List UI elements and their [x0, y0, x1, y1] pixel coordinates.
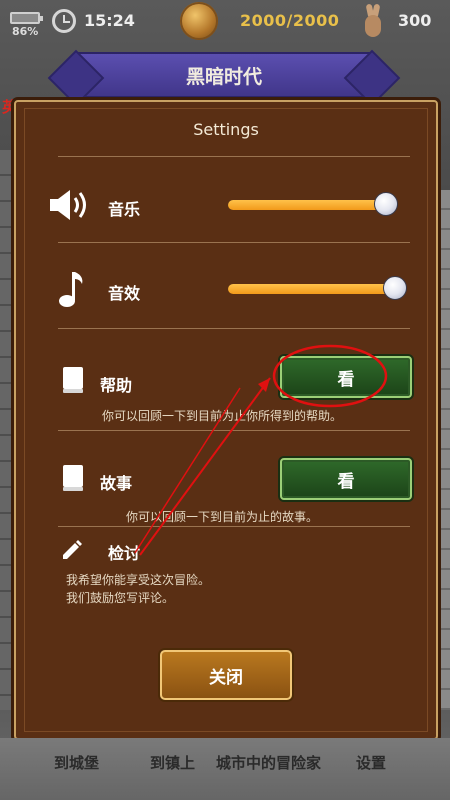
coin-counter: 2000/2000 — [240, 11, 340, 30]
battery-percent: 86% — [12, 25, 39, 38]
title-banner: 黑暗时代 — [74, 52, 374, 98]
help-view-button[interactable]: 看 — [280, 356, 412, 398]
slider-fill — [228, 284, 395, 294]
music-label: 音乐 — [108, 200, 141, 219]
status-bar: 86% 15:24 2000/2000 300 — [0, 0, 450, 44]
close-button[interactable]: 关闭 — [160, 650, 292, 700]
slider-knob[interactable] — [383, 276, 407, 300]
clock-icon — [52, 9, 76, 33]
story-label: 故事 — [100, 474, 133, 493]
nav-castle[interactable]: 到城堡 — [54, 752, 99, 773]
time-display: 15:24 — [84, 11, 135, 30]
rabbit-icon — [360, 3, 386, 38]
story-view-button[interactable]: 看 — [280, 458, 412, 500]
slider-fill — [228, 200, 386, 210]
story-description: 你可以回顾一下到目前为止的故事。 — [126, 510, 319, 524]
banner-title: 黑暗时代 — [185, 65, 262, 88]
music-volume-slider[interactable] — [228, 192, 398, 216]
coin-stack-icon — [180, 2, 218, 40]
settings-dialog: Settings 音乐 音效 帮助 看 你可以回顾一下到目前为止你所得到的帮助。 — [14, 100, 438, 740]
nav-adventurers[interactable]: 城市中的冒险家 — [216, 752, 321, 773]
divider — [58, 242, 410, 243]
nav-settings[interactable]: 设置 — [356, 752, 386, 773]
review-line-1: 我希望你能享受这次冒险。 — [66, 573, 211, 587]
help-label: 帮助 — [100, 376, 133, 395]
sfx-label: 音效 — [108, 284, 141, 303]
divider — [58, 430, 410, 431]
divider — [58, 156, 410, 157]
sfx-volume-slider[interactable] — [228, 276, 407, 300]
divider — [58, 328, 410, 329]
review-label[interactable]: 检讨 — [108, 540, 140, 564]
settings-title: Settings — [193, 120, 259, 139]
book-icon — [63, 465, 83, 491]
pencil-icon — [63, 540, 82, 559]
review-line-2: 我们鼓励您写评论。 — [66, 591, 175, 605]
speaker-icon — [50, 190, 86, 220]
resource-counter: 300 — [398, 11, 432, 30]
battery-icon: 86% — [10, 8, 44, 38]
music-note-icon — [59, 272, 83, 307]
help-description: 你可以回顾一下到目前为止你所得到的帮助。 — [102, 409, 343, 423]
divider — [58, 526, 410, 527]
slider-knob[interactable] — [374, 192, 398, 216]
nav-town[interactable]: 到镇上 — [150, 752, 195, 773]
book-icon — [63, 367, 83, 393]
